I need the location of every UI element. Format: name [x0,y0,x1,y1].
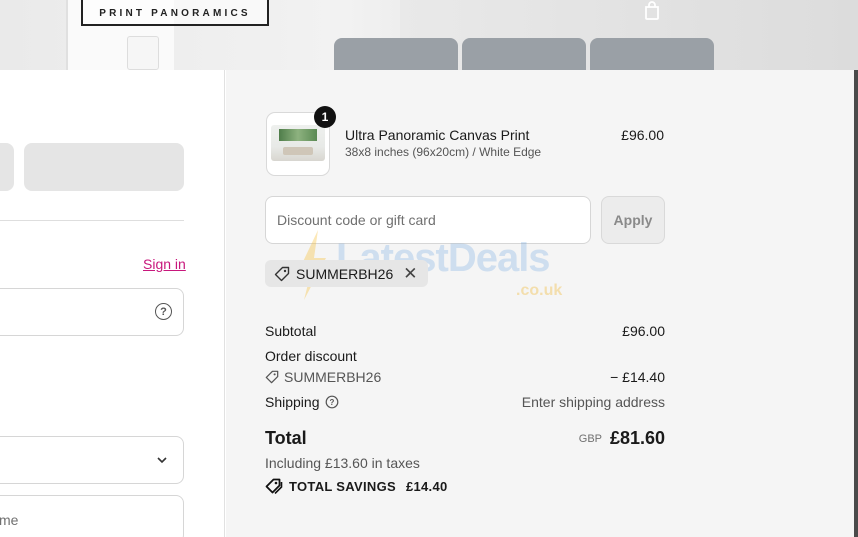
applied-discount-code: SUMMERBH26 [296,265,394,282]
product-image [271,125,325,161]
tag-icon [265,370,279,384]
currency-code: GBP [578,433,602,445]
tag-icon [274,266,290,281]
shipping-value: Enter shipping address [521,394,665,410]
total-label: Total [265,428,307,448]
name-field[interactable]: me [0,495,184,537]
shipping-label: Shipping [265,394,320,410]
header-banner: PRINT PANORAMICS [0,0,858,70]
brand-name: PRINT PANORAMICS [99,7,251,19]
chevron-down-icon [157,457,167,464]
shopping-bag-icon[interactable] [642,0,662,20]
brand-logo[interactable]: PRINT PANORAMICS [81,0,269,26]
help-icon[interactable]: ? [325,395,339,409]
shipping-row: Shipping ? Enter shipping address [265,394,665,410]
discount-code-label: SUMMERBH26 [284,369,382,385]
email-field[interactable]: ? [0,288,184,336]
scrollbar[interactable] [854,70,858,537]
discount-code-input[interactable] [265,196,591,244]
express-pay-button-2[interactable] [24,143,184,191]
savings-label: TOTAL SAVINGS [289,478,396,494]
name-field-placeholder: me [0,512,19,528]
product-name: Ultra Panoramic Canvas Print [345,127,530,143]
quantity-badge: 1 [314,106,336,128]
order-discount-row: Order discount [265,348,665,364]
product-variant: 38x8 inches (96x20cm) / White Edge [345,145,542,159]
divider [0,220,184,221]
total-amount: £81.60 [609,428,665,448]
apply-discount-button[interactable]: Apply [601,196,665,244]
savings-tag-icon [265,478,283,494]
product-thumbnail: 1 [266,106,336,176]
discount-code-row: SUMMERBH26 − £14.40 [265,369,665,387]
subtotal-label: Subtotal [265,323,317,339]
discount-value: − £14.40 [610,369,665,385]
order-summary: 1 Ultra Panoramic Canvas Print 38x8 inch… [226,70,854,537]
banner-sofa [334,38,718,70]
help-icon[interactable]: ? [155,303,172,320]
subtotal-value: £96.00 [622,323,665,339]
total-savings: TOTAL SAVINGS £14.40 [265,478,448,494]
express-pay-button-1[interactable] [0,143,14,191]
subtotal-row: Subtotal £96.00 [265,323,665,339]
country-select[interactable] [0,436,184,484]
banner-lamp [127,36,159,70]
checkout-form-column: Sign in ? me [0,70,225,537]
watermark-sub: .co.uk [516,282,563,299]
taxes-note: Including £13.60 in taxes [265,455,420,471]
applied-discount-chip: SUMMERBH26 ✕ [265,260,428,287]
order-discount-label: Order discount [265,348,357,364]
svg-text:?: ? [329,398,334,407]
savings-value: £14.40 [405,478,448,494]
sign-in-link[interactable]: Sign in [143,256,186,272]
product-price: £96.00 [621,127,664,143]
remove-discount-icon[interactable]: ✕ [403,265,417,282]
